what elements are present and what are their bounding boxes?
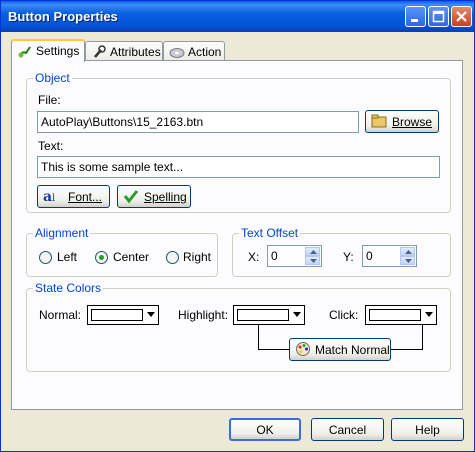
tab-label: Settings <box>36 44 80 58</box>
help-label: Help <box>415 423 440 437</box>
alignment-group: Alignment Left Center Right <box>26 226 218 277</box>
dropdown-arrow-icon <box>147 312 155 317</box>
brush-icon <box>18 46 31 58</box>
match-normal-button[interactable]: Match Normal <box>289 338 391 361</box>
normal-color-swatch <box>91 309 143 321</box>
align-right-label: Right <box>183 250 212 264</box>
disc-icon <box>169 48 185 58</box>
dropdown-arrow-icon <box>293 312 301 317</box>
tab-label: Attributes <box>110 45 161 59</box>
spin-down-button[interactable] <box>400 256 415 265</box>
click-color-picker[interactable] <box>365 305 437 325</box>
connector-line <box>390 349 422 350</box>
align-right-radio[interactable] <box>166 251 179 264</box>
close-icon <box>456 11 467 22</box>
spelling-label: Spelling <box>144 190 187 204</box>
offset-x-label: X: <box>248 250 260 264</box>
arrow-up-icon <box>310 250 317 254</box>
align-center-radio[interactable] <box>95 251 108 264</box>
tab-label: Action <box>188 45 222 59</box>
object-group: Object File: AutoPlay\Buttons\15_2163.bt… <box>26 71 451 213</box>
settings-panel: Object File: AutoPlay\Buttons\15_2163.bt… <box>11 60 463 410</box>
cancel-label: Cancel <box>328 423 367 437</box>
title-bar[interactable]: Button Properties <box>1 1 474 32</box>
match-normal-label: Match Normal <box>315 343 390 357</box>
normal-label: Normal: <box>39 308 82 322</box>
radio-selected-dot <box>99 255 104 260</box>
help-button[interactable]: Help <box>391 418 464 441</box>
connector-line <box>258 325 259 349</box>
connector-line <box>258 349 290 350</box>
file-field[interactable]: AutoPlay\Buttons\15_2163.btn <box>37 111 359 133</box>
offset-x-value: 0 <box>271 249 278 263</box>
ok-label: OK <box>256 423 274 437</box>
align-left-radio[interactable] <box>39 251 52 264</box>
tab-settings[interactable]: Settings <box>11 39 85 62</box>
svg-text:a: a <box>43 189 52 204</box>
svg-text:l: l <box>52 193 55 204</box>
text-field[interactable]: This is some sample text... <box>37 156 440 178</box>
text-label: Text: <box>38 139 64 153</box>
highlight-color-picker[interactable] <box>233 305 305 325</box>
connector-line <box>422 325 423 350</box>
ok-button[interactable]: OK <box>229 418 301 441</box>
offset-x-spinner[interactable]: 0 <box>267 245 322 267</box>
folder-icon <box>371 114 387 128</box>
minimize-button[interactable] <box>405 6 426 27</box>
spin-up-button[interactable] <box>305 247 320 256</box>
alignment-group-title: Alignment <box>33 226 91 240</box>
maximize-button[interactable] <box>428 6 449 27</box>
spelling-button[interactable]: Spelling <box>117 185 191 208</box>
normal-color-picker[interactable] <box>87 305 159 325</box>
text-offset-group-title: Text Offset <box>239 226 301 240</box>
align-center-label: Center <box>113 250 150 264</box>
spin-down-button[interactable] <box>305 256 320 265</box>
maximize-icon <box>432 10 445 23</box>
offset-y-spinner[interactable]: 0 <box>362 245 417 267</box>
browse-label: Browse <box>392 115 433 129</box>
font-button[interactable]: al Font... <box>37 185 110 208</box>
object-group-title: Object <box>33 71 72 85</box>
wrench-icon <box>94 45 106 58</box>
browse-button[interactable]: Browse <box>365 110 439 133</box>
arrow-down-icon <box>405 259 412 263</box>
cancel-button[interactable]: Cancel <box>311 418 384 441</box>
arrow-down-icon <box>310 259 317 263</box>
align-left-label: Left <box>57 250 78 264</box>
offset-y-value: 0 <box>366 249 373 263</box>
font-label: Font... <box>68 190 103 204</box>
file-label: File: <box>38 93 61 107</box>
spin-up-button[interactable] <box>400 247 415 256</box>
text-offset-group: Text Offset X: 0 Y: 0 <box>232 226 451 277</box>
dialog-window: Button Properties Settings Attributes Ac… <box>0 0 475 452</box>
dropdown-arrow-icon <box>425 312 433 317</box>
font-icon: al <box>43 189 55 204</box>
arrow-up-icon <box>405 250 412 254</box>
state-colors-group: State Colors Normal: Highlight: Click: M… <box>26 281 451 372</box>
highlight-color-swatch <box>237 309 289 321</box>
close-button[interactable] <box>451 6 472 27</box>
window-title: Button Properties <box>8 9 118 24</box>
offset-y-label: Y: <box>343 250 354 264</box>
minimize-icon <box>411 19 418 22</box>
tab-attributes[interactable]: Attributes <box>85 41 163 61</box>
checkmark-icon <box>123 190 139 204</box>
tab-action[interactable]: Action <box>163 41 225 61</box>
state-colors-group-title: State Colors <box>33 281 104 295</box>
click-color-swatch <box>369 309 421 321</box>
highlight-label: Highlight: <box>178 308 229 322</box>
palette-icon <box>296 342 310 356</box>
click-label: Click: <box>329 308 359 322</box>
